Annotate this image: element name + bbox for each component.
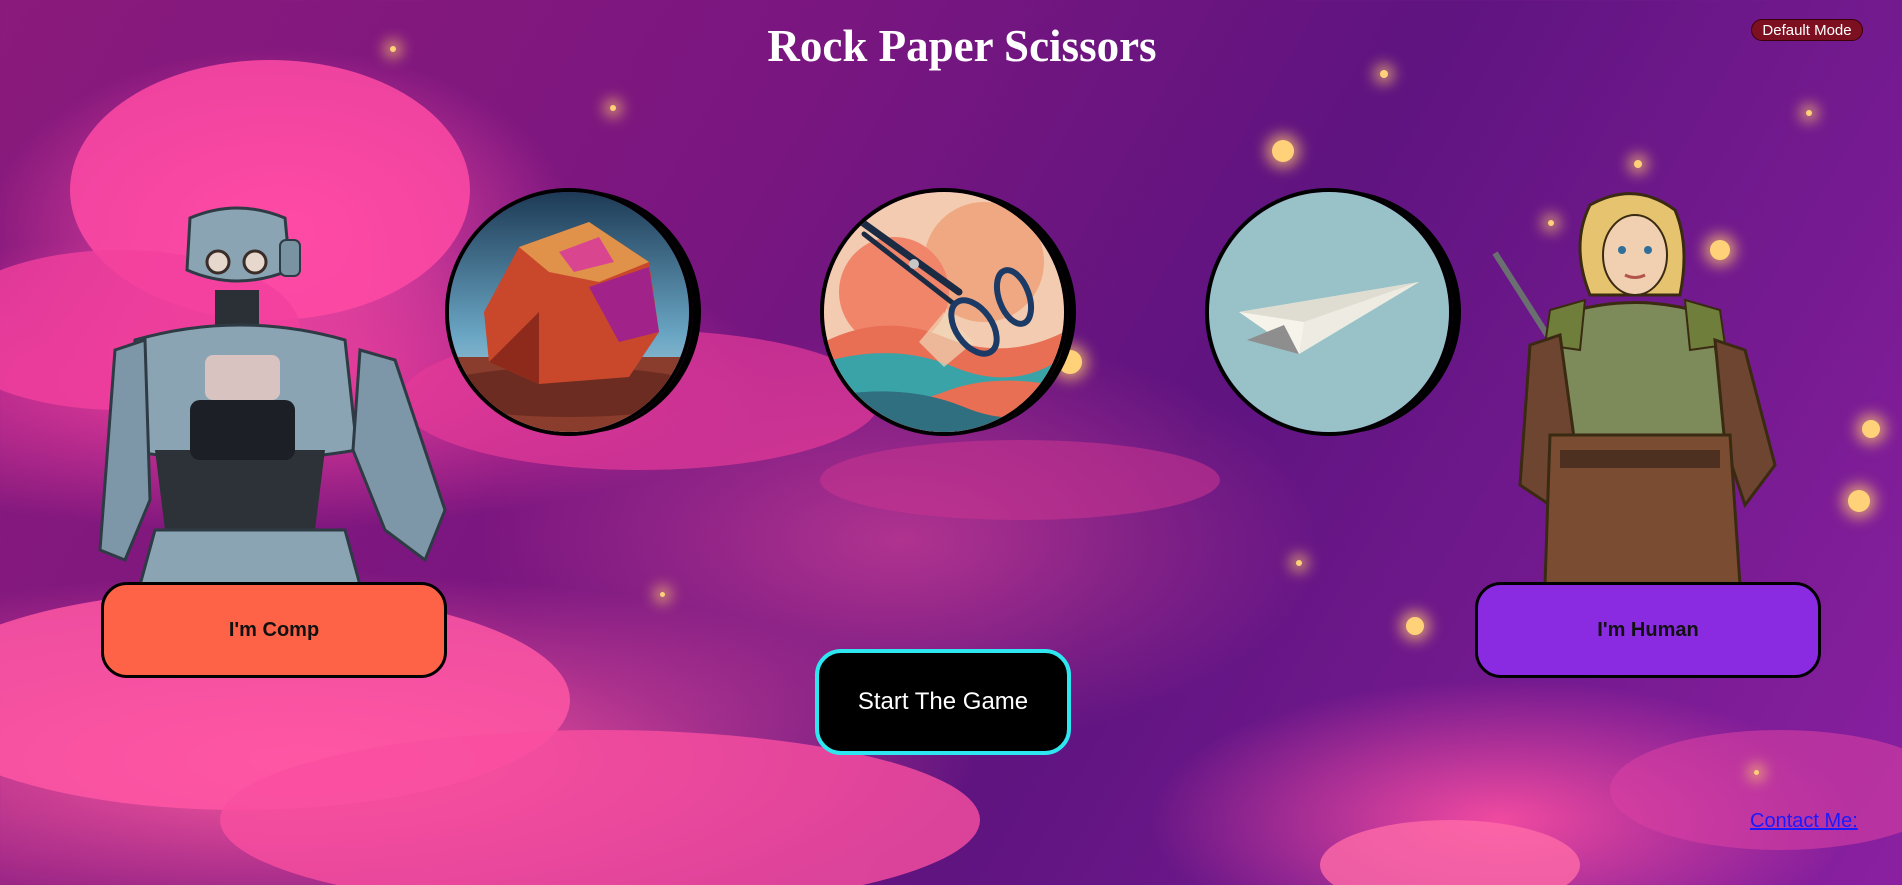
start-game-button[interactable]: Start The Game bbox=[815, 649, 1071, 755]
rock-icon bbox=[449, 192, 689, 432]
computer-player-button[interactable]: I'm Comp bbox=[101, 582, 447, 678]
paper-airplane-icon bbox=[1209, 192, 1449, 432]
page-title: Rock Paper Scissors bbox=[767, 21, 1157, 71]
mode-toggle-button[interactable]: Default Mode bbox=[1751, 19, 1863, 41]
rock-choice[interactable] bbox=[445, 188, 693, 436]
paper-choice[interactable] bbox=[1205, 188, 1453, 436]
scissors-icon bbox=[824, 192, 1064, 432]
human-avatar bbox=[1490, 185, 1790, 587]
human-player-button[interactable]: I'm Human bbox=[1475, 582, 1821, 678]
contact-link[interactable]: Contact Me: bbox=[1750, 810, 1858, 833]
scissors-choice[interactable] bbox=[820, 188, 1068, 436]
robot-avatar bbox=[95, 200, 455, 587]
